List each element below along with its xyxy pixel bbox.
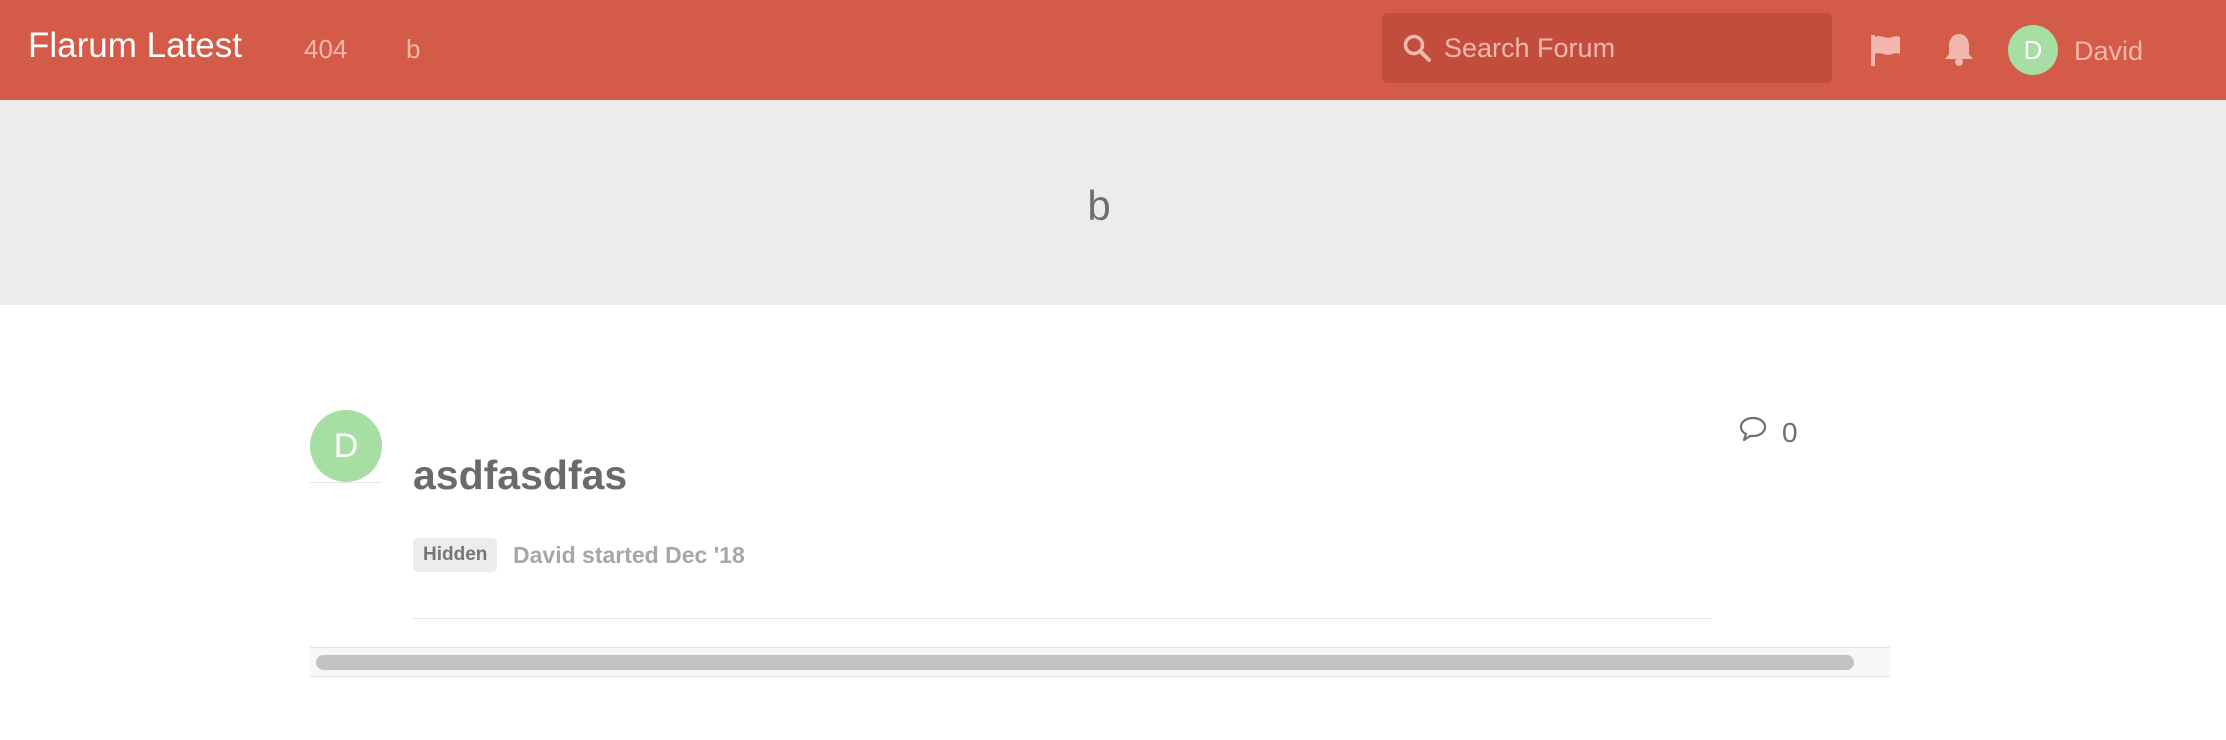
nav-link-b[interactable]: b bbox=[406, 32, 420, 66]
search-icon bbox=[1403, 34, 1431, 62]
bell-icon[interactable] bbox=[1942, 31, 1976, 67]
reply-count-number: 0 bbox=[1782, 417, 1798, 448]
horizontal-scrollbar[interactable] bbox=[310, 647, 1890, 677]
username: David bbox=[2074, 36, 2144, 66]
user-menu[interactable]: D David bbox=[2008, 25, 2188, 75]
forum-title[interactable]: Flarum Latest bbox=[28, 24, 242, 68]
discussion-title[interactable]: asdfasdfas bbox=[413, 450, 627, 500]
divider bbox=[413, 618, 1711, 619]
discussion-list-item[interactable]: D asdfasdfas Hidden David started Dec '1… bbox=[310, 400, 1810, 625]
comment-icon bbox=[1739, 416, 1767, 442]
search-box[interactable] bbox=[1382, 13, 1832, 83]
hidden-badge: Hidden bbox=[413, 538, 498, 572]
avatar: D bbox=[2008, 25, 2058, 75]
nav-link-404[interactable]: 404 bbox=[304, 32, 347, 66]
author-avatar[interactable]: D bbox=[310, 410, 382, 482]
flag-icon[interactable] bbox=[1868, 33, 1902, 67]
search-input[interactable] bbox=[1444, 13, 1814, 83]
site-header: Flarum Latest 404 b D David bbox=[0, 0, 2226, 100]
hero-banner: b bbox=[0, 100, 2226, 305]
avatar-underline bbox=[310, 482, 382, 483]
discussion-meta: David started Dec '18 bbox=[513, 542, 745, 568]
scrollbar-thumb[interactable] bbox=[316, 655, 1854, 670]
reply-count[interactable]: 0 bbox=[1738, 412, 1808, 452]
page-title: b bbox=[1087, 182, 1111, 229]
